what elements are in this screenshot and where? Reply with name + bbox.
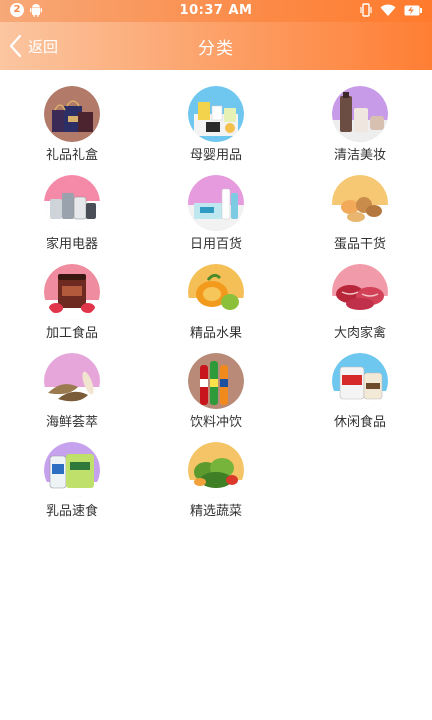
home-appliance-icon bbox=[44, 175, 100, 231]
category-label: 蛋品干货 bbox=[333, 237, 386, 252]
cosmetics-icon bbox=[332, 86, 388, 142]
battery-icon bbox=[404, 5, 422, 15]
category-item-baby-products[interactable]: 母婴用品 bbox=[151, 80, 281, 164]
beverage-icon bbox=[188, 353, 244, 409]
eggs-dried-goods-icon bbox=[332, 175, 388, 231]
category-label: 清洁美妆 bbox=[333, 148, 386, 163]
category-label: 海鲜荟萃 bbox=[45, 415, 98, 430]
seafood-icon bbox=[44, 353, 100, 409]
wifi-icon bbox=[380, 4, 396, 16]
category-label: 精选蔬菜 bbox=[189, 504, 242, 519]
baby-products-icon bbox=[188, 86, 244, 142]
vibrate-icon bbox=[360, 3, 372, 17]
category-label: 乳品速食 bbox=[45, 504, 98, 519]
category-label: 精品水果 bbox=[189, 326, 242, 341]
status-right bbox=[360, 3, 422, 17]
processed-food-icon bbox=[44, 264, 100, 320]
category-item-vegetable[interactable]: 精选蔬菜 bbox=[151, 436, 281, 520]
category-item-meat-poultry[interactable]: 大肉家禽 bbox=[295, 258, 425, 342]
category-label: 加工食品 bbox=[45, 326, 98, 341]
category-item-processed-food[interactable]: 加工食品 bbox=[7, 258, 137, 342]
category-label: 日用百货 bbox=[189, 237, 242, 252]
snack-icon bbox=[332, 353, 388, 409]
top-nav-bar: 返回 分类 bbox=[0, 22, 432, 70]
category-item-dairy-instant-food[interactable]: 乳品速食 bbox=[7, 436, 137, 520]
category-item-eggs-dried-goods[interactable]: 蛋品干货 bbox=[295, 169, 425, 253]
category-item-snack[interactable]: 休闲食品 bbox=[295, 347, 425, 431]
vegetable-icon bbox=[188, 442, 244, 498]
gift-box-icon bbox=[44, 86, 100, 142]
fruit-icon bbox=[188, 264, 244, 320]
status-bar: 2 10:37 AM bbox=[0, 0, 432, 22]
category-label: 家用电器 bbox=[45, 237, 98, 252]
page-title: 分类 bbox=[198, 39, 234, 59]
category-item-seafood[interactable]: 海鲜荟萃 bbox=[7, 347, 137, 431]
category-item-cosmetics[interactable]: 清洁美妆 bbox=[295, 80, 425, 164]
category-label: 休闲食品 bbox=[333, 415, 386, 430]
category-item-gift-box[interactable]: 礼品礼盒 bbox=[7, 80, 137, 164]
dairy-instant-food-icon bbox=[44, 442, 100, 498]
category-label: 大肉家禽 bbox=[333, 326, 386, 341]
category-label: 礼品礼盒 bbox=[45, 148, 98, 163]
category-item-fruit[interactable]: 精品水果 bbox=[151, 258, 281, 342]
category-item-home-appliance[interactable]: 家用电器 bbox=[7, 169, 137, 253]
meat-poultry-icon bbox=[332, 264, 388, 320]
category-label: 饮料冲饮 bbox=[189, 415, 242, 430]
daily-goods-icon bbox=[188, 175, 244, 231]
category-item-beverage[interactable]: 饮料冲饮 bbox=[151, 347, 281, 431]
category-label: 母婴用品 bbox=[189, 148, 242, 163]
category-item-daily-goods[interactable]: 日用百货 bbox=[151, 169, 281, 253]
